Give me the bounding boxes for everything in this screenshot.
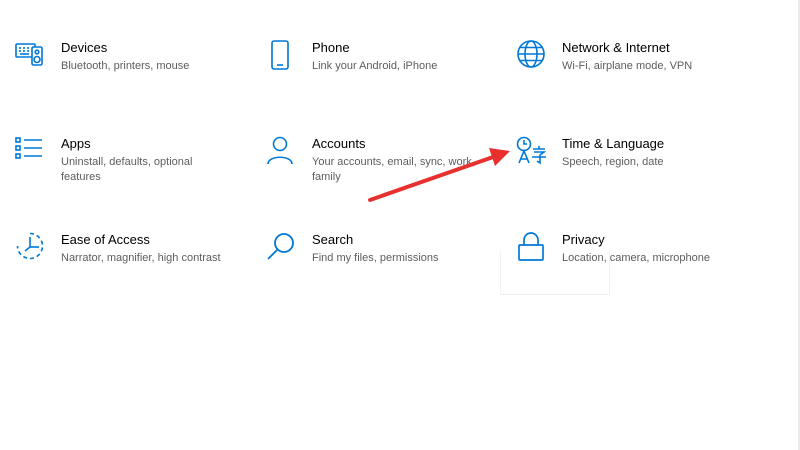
tile-title: Ease of Access [61, 232, 150, 247]
tile-description: Wi-Fi, airplane mode, VPN [562, 60, 693, 72]
apps-list-icon [15, 136, 47, 168]
ease-of-access-icon [15, 232, 47, 264]
tile-title: Devices [61, 40, 108, 55]
settings-tile-apps[interactable]: Apps Uninstall, defaults, optional featu… [15, 136, 245, 206]
settings-tile-privacy[interactable]: Privacy Location, camera, microphone [516, 232, 746, 302]
devices-icon [15, 40, 47, 72]
tile-description: Location, camera, microphone [562, 252, 710, 264]
globe-icon [516, 40, 548, 72]
tile-title: Privacy [562, 232, 605, 247]
settings-tile-accounts[interactable]: Accounts Your accounts, email, sync, wor… [266, 136, 496, 206]
tile-description: Uninstall, defaults, optional features [61, 156, 193, 183]
settings-tile-ease-of-access[interactable]: Ease of Access Narrator, magnifier, high… [15, 232, 245, 302]
settings-tile-devices[interactable]: Devices Bluetooth, printers, mouse [15, 40, 245, 110]
settings-tile-network[interactable]: Network & Internet Wi-Fi, airplane mode,… [516, 40, 746, 110]
tile-title: Phone [312, 40, 350, 55]
search-icon [266, 232, 298, 264]
tile-description: Your accounts, email, sync, work, family [312, 156, 475, 183]
lock-icon [516, 232, 548, 264]
person-icon [266, 136, 298, 168]
phone-icon [266, 40, 298, 72]
settings-tile-phone[interactable]: Phone Link your Android, iPhone [266, 40, 496, 110]
tile-description: Link your Android, iPhone [312, 60, 438, 72]
tile-title: Time & Language [562, 136, 665, 151]
tile-title: Accounts [312, 136, 366, 151]
tile-description: Bluetooth, printers, mouse [61, 60, 190, 72]
settings-tile-time-language[interactable]: Time & Language Speech, region, date [516, 136, 746, 206]
settings-page: Devices Bluetooth, printers, mouse Phone… [0, 0, 800, 450]
tile-description: Narrator, magnifier, high contrast [61, 252, 221, 264]
tile-description: Find my files, permissions [312, 252, 439, 264]
tile-title: Search [312, 232, 354, 247]
settings-tile-search[interactable]: Search Find my files, permissions [266, 232, 496, 302]
tile-title: Apps [61, 136, 91, 151]
tile-title: Network & Internet [562, 40, 670, 55]
time-language-icon [516, 136, 548, 168]
tile-description: Speech, region, date [562, 156, 664, 168]
